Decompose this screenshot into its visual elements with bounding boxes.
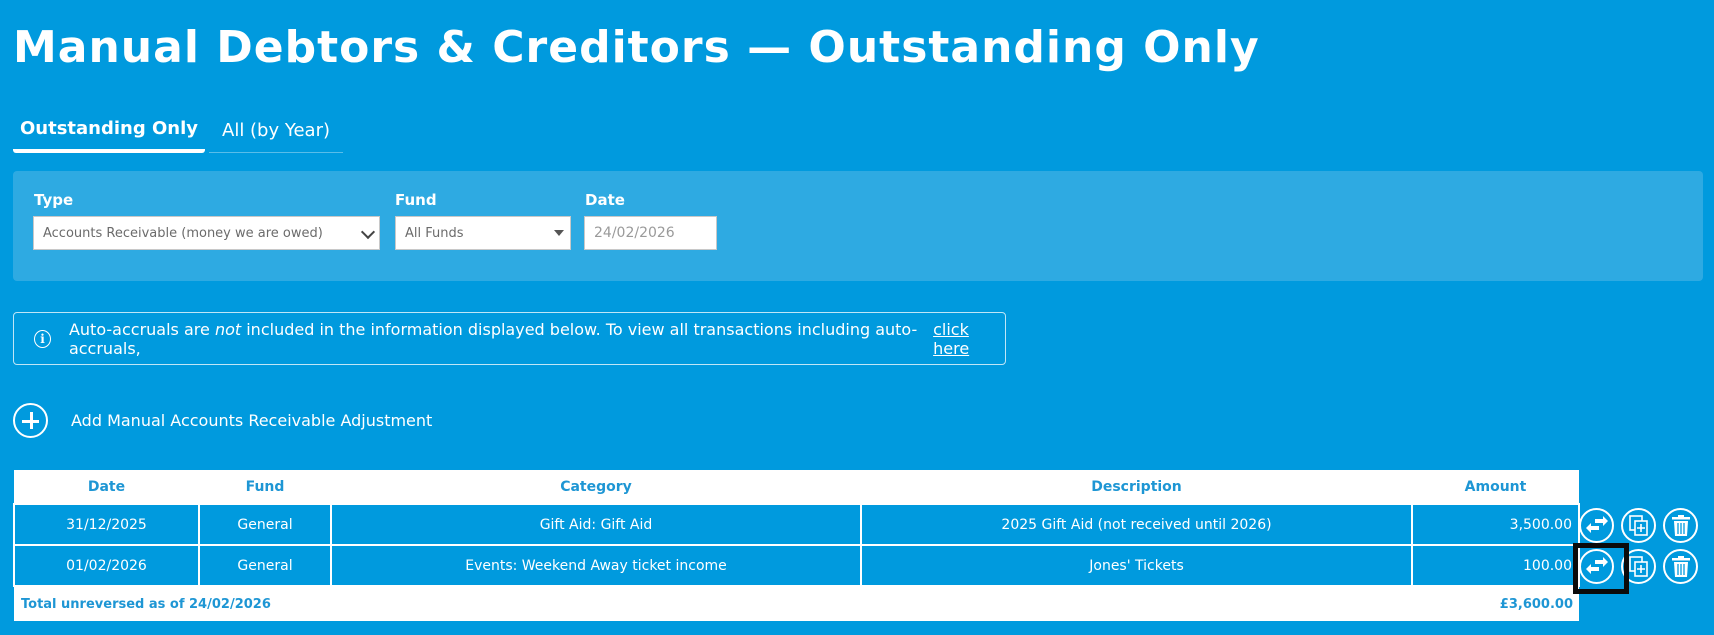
duplicate-icon — [1628, 514, 1648, 536]
duplicate-icon — [1628, 555, 1648, 577]
tab-all-by-year[interactable]: All (by Year) — [209, 108, 343, 153]
adjustments-table: Date Fund Category Description Amount 31… — [13, 470, 1580, 621]
auto-accruals-notice: i Auto-accruals are not included in the … — [13, 312, 1006, 365]
type-select-value: Accounts Receivable (money we are owed) — [43, 225, 323, 241]
col-amount-header: Amount — [1464, 478, 1527, 495]
cell-category: Gift Aid: Gift Aid — [330, 503, 862, 546]
type-select[interactable]: Accounts Receivable (money we are owed) — [33, 216, 380, 250]
col-date-header: Date — [87, 478, 126, 495]
notice-text: Auto-accruals are not included in the in… — [68, 319, 918, 358]
total-row: Total unreversed as of 24/02/2026 £3,600… — [14, 586, 1579, 621]
plus-circle-icon — [13, 403, 48, 438]
reverse-button[interactable] — [1579, 508, 1614, 543]
add-adjustment-label: Add Manual Accounts Receivable Adjustmen… — [71, 411, 433, 430]
cell-amount: 3,500.00 — [1411, 503, 1580, 546]
total-value: £3,600.00 — [1499, 596, 1573, 612]
adjustments-table-wrapper: Date Fund Category Description Amount 31… — [13, 470, 1580, 621]
table-header-row: Date Fund Category Description Amount — [14, 470, 1579, 504]
row-actions — [1579, 505, 1714, 546]
date-input[interactable]: 24/02/2026 — [584, 216, 717, 250]
info-icon: i — [34, 329, 51, 348]
cell-fund: General — [198, 503, 332, 546]
cell-date: 01/02/2026 — [13, 544, 200, 587]
cell-amount: 100.00 — [1411, 544, 1580, 587]
type-label: Type — [34, 191, 74, 209]
notice-emphasis: not — [214, 319, 242, 339]
table-row: 01/02/2026 General Events: Weekend Away … — [13, 544, 1580, 587]
col-fund-header: Fund — [245, 478, 285, 495]
fund-select-value: All Funds — [405, 225, 464, 241]
cell-category: Events: Weekend Away ticket income — [330, 544, 862, 587]
date-label: Date — [585, 191, 625, 209]
add-adjustment-button[interactable]: Add Manual Accounts Receivable Adjustmen… — [13, 403, 432, 438]
tab-outstanding-only[interactable]: Outstanding Only — [13, 108, 205, 153]
click-here-link[interactable]: click here — [933, 320, 1005, 358]
duplicate-button[interactable] — [1621, 508, 1656, 543]
delete-button[interactable] — [1663, 508, 1698, 543]
fund-label: Fund — [395, 191, 437, 209]
fund-select[interactable]: All Funds — [395, 216, 571, 250]
reverse-arrows-icon — [1585, 515, 1608, 533]
col-description-header: Description — [1091, 478, 1182, 495]
cell-date: 31/12/2025 — [13, 503, 200, 546]
delete-button[interactable] — [1663, 549, 1698, 584]
trash-icon — [1671, 555, 1690, 577]
total-label: Total unreversed as of 24/02/2026 — [21, 596, 271, 612]
trash-icon — [1671, 514, 1690, 536]
page-title: Manual Debtors & Creditors — Outstanding… — [13, 22, 1260, 73]
caret-down-icon — [554, 230, 564, 236]
table-row: 31/12/2025 General Gift Aid: Gift Aid 20… — [13, 503, 1580, 546]
focus-highlight — [1573, 543, 1629, 594]
chevron-down-icon — [360, 224, 376, 240]
cell-fund: General — [198, 544, 332, 587]
cell-description: Jones' Tickets — [860, 544, 1413, 587]
filter-panel: Type Accounts Receivable (money we are o… — [13, 171, 1703, 281]
col-category-header: Category — [560, 478, 632, 495]
cell-description: 2025 Gift Aid (not received until 2026) — [860, 503, 1413, 546]
tab-bar: Outstanding Only All (by Year) — [13, 108, 343, 156]
